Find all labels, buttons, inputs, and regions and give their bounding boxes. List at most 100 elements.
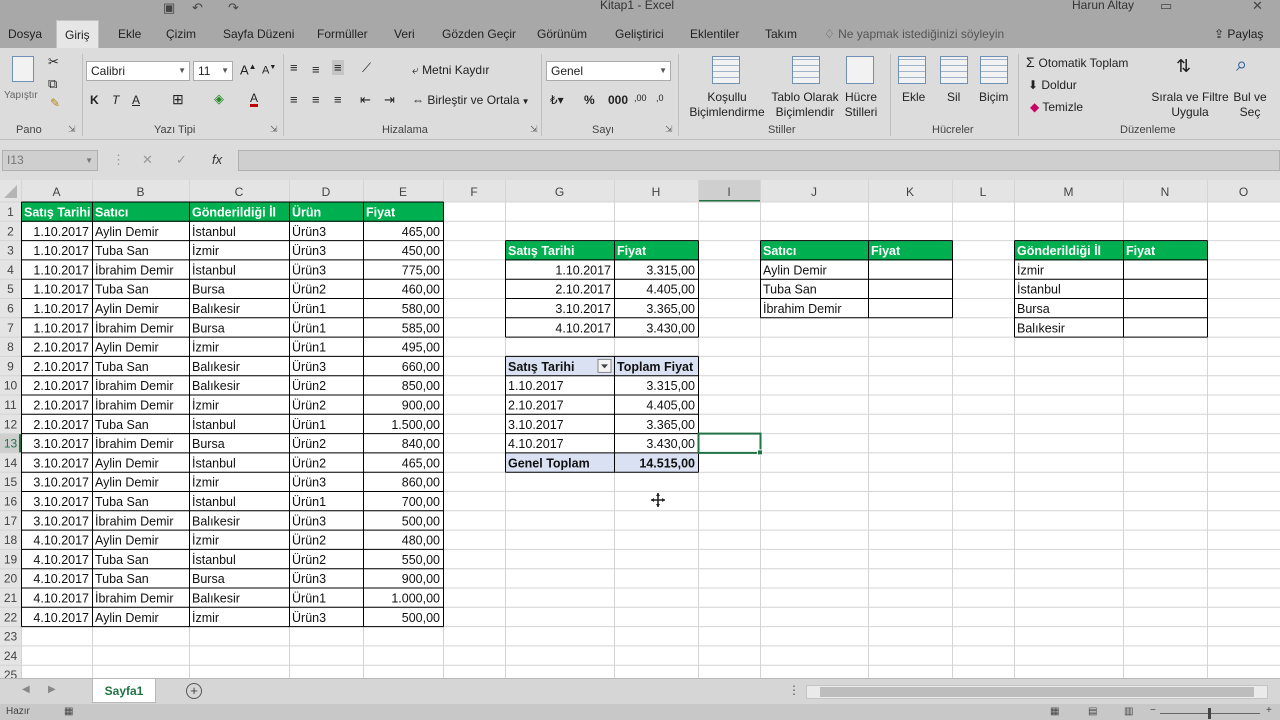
more-options-icon[interactable]: ⋮ bbox=[112, 152, 125, 168]
decrease-decimal-icon[interactable]: ,0 bbox=[656, 93, 664, 103]
font-size-dropdown[interactable]: 11 ▼ bbox=[193, 61, 233, 81]
worksheet[interactable]: A B C D E F G H I J K L M N O 1 2 3 4 5 6 7 8 9 10 11 12 13 14 15 16 17… bbox=[0, 180, 1280, 678]
align-bottom-icon[interactable]: ≡ bbox=[332, 60, 344, 75]
zoom-slider-thumb[interactable] bbox=[1208, 708, 1211, 719]
conditional-format-button[interactable]: Koşullu Biçimlendirme bbox=[682, 90, 772, 120]
align-left-icon[interactable]: ≡ bbox=[290, 92, 298, 107]
conditional-format-icon[interactable] bbox=[712, 56, 740, 84]
share-button[interactable]: ⇪ Paylaş bbox=[1214, 18, 1263, 50]
insert-cells-label[interactable]: Ekle bbox=[902, 90, 925, 104]
increase-decimal-icon[interactable]: ,00 bbox=[634, 93, 647, 103]
cell-styles-button[interactable]: Hücre Stilleri bbox=[838, 90, 884, 120]
normal-view-icon[interactable]: ▦ bbox=[1050, 706, 1059, 717]
percent-icon[interactable]: % bbox=[584, 93, 595, 107]
tab-veri[interactable]: Veri bbox=[394, 18, 415, 48]
enter-icon[interactable]: ✓ bbox=[176, 152, 187, 168]
sheet-grid[interactable]: A B C D E F G H I J K L M N O1234567891011121314151617… bbox=[0, 180, 1280, 678]
paste-label[interactable]: Yapıştır bbox=[4, 90, 38, 101]
status-bar: Hazır ▦ ▦ ▤ ▥ − + bbox=[0, 704, 1280, 720]
fill-color-icon[interactable]: ◈ bbox=[214, 91, 224, 107]
grow-font-icon[interactable]: A▲ bbox=[240, 62, 257, 77]
sort-filter-icon[interactable]: ⇅ bbox=[1176, 56, 1191, 77]
name-box[interactable]: I13 ▼ bbox=[2, 150, 98, 171]
currency-icon[interactable]: ₺▾ bbox=[550, 93, 564, 107]
number-launcher-icon[interactable]: ⇲ bbox=[665, 124, 673, 135]
format-painter-icon[interactable]: ✎ bbox=[50, 96, 60, 110]
tab-gozden-gecir[interactable]: Gözden Geçir bbox=[442, 18, 516, 48]
tab-dosya[interactable]: Dosya bbox=[8, 18, 42, 48]
alignment-launcher-icon[interactable]: ⇲ bbox=[530, 124, 538, 135]
cell-styles-icon[interactable] bbox=[846, 56, 874, 84]
clear-button[interactable]: ◆ Temizle bbox=[1030, 100, 1083, 114]
number-format-dropdown[interactable]: Genel ▼ bbox=[546, 61, 671, 81]
autosum-button[interactable]: Σ Otomatik Toplam bbox=[1026, 54, 1128, 70]
delete-cells-label[interactable]: Sil bbox=[947, 90, 960, 104]
bold-icon[interactable]: K bbox=[90, 93, 99, 107]
tab-giris[interactable]: Giriş bbox=[56, 20, 99, 48]
copy-icon[interactable]: ⧉ bbox=[48, 76, 57, 92]
font-color-icon[interactable]: A bbox=[250, 92, 259, 107]
user-name[interactable]: Harun Altay bbox=[1072, 0, 1134, 11]
font-name-dropdown[interactable]: Calibri ▼ bbox=[86, 61, 190, 81]
page-break-icon[interactable]: ▥ bbox=[1124, 706, 1133, 717]
underline-icon[interactable]: A bbox=[132, 93, 140, 107]
shrink-font-icon[interactable]: A▼ bbox=[262, 64, 276, 77]
sort-filter-button[interactable]: Sırala ve Filtre Uygula bbox=[1150, 90, 1230, 120]
comma-style-icon[interactable]: 000 bbox=[608, 93, 628, 107]
borders-icon[interactable]: ⊞ bbox=[172, 91, 184, 108]
align-center-icon[interactable]: ≡ bbox=[312, 92, 320, 107]
format-cells-icon[interactable] bbox=[980, 56, 1008, 84]
format-cells-label[interactable]: Biçim bbox=[979, 90, 1008, 104]
merge-center-button[interactable]: ⇔ Birleştir ve Ortala ▼ bbox=[412, 93, 530, 107]
formula-input[interactable] bbox=[238, 150, 1280, 171]
zoom-out-icon[interactable]: − bbox=[1150, 705, 1156, 716]
increase-indent-icon[interactable]: ⇥ bbox=[384, 92, 395, 108]
add-sheet-icon[interactable]: + bbox=[186, 683, 202, 699]
ribbon-display-icon[interactable]: ▭ bbox=[1160, 0, 1172, 14]
prev-sheet-icon[interactable]: ◀ bbox=[22, 684, 30, 695]
decrease-indent-icon[interactable]: ⇤ bbox=[360, 92, 371, 108]
undo-icon[interactable]: ↶ bbox=[192, 0, 203, 16]
format-as-table-icon[interactable] bbox=[792, 56, 820, 84]
fill-handle[interactable] bbox=[757, 449, 763, 456]
font-launcher-icon[interactable]: ⇲ bbox=[270, 124, 278, 135]
tell-me-box[interactable]: ♢ Ne yapmak istediğinizi söyleyin bbox=[824, 18, 1004, 50]
next-sheet-icon[interactable]: ▶ bbox=[48, 684, 56, 695]
active-cell[interactable] bbox=[697, 432, 762, 454]
tab-split-icon[interactable]: ⋮ bbox=[788, 683, 800, 697]
orientation-icon[interactable]: ⟋ bbox=[362, 60, 371, 76]
tab-sayfa-duzeni[interactable]: Sayfa Düzeni bbox=[223, 18, 294, 48]
find-select-button[interactable]: Bul ve Seç bbox=[1230, 90, 1270, 120]
tab-takim[interactable]: Takım bbox=[765, 18, 797, 48]
macro-record-icon[interactable]: ▦ bbox=[64, 706, 73, 717]
insert-function-icon[interactable]: fx bbox=[212, 152, 222, 167]
wrap-text-button[interactable]: ⤶ Metni Kaydır bbox=[412, 63, 489, 78]
close-icon[interactable]: ✕ bbox=[1252, 0, 1263, 14]
sheet-tab-sayfa1[interactable]: Sayfa1 bbox=[92, 679, 156, 703]
align-middle-icon[interactable]: ≡ bbox=[312, 62, 320, 77]
tab-gorunum[interactable]: Görünüm bbox=[537, 18, 587, 48]
italic-icon[interactable]: T bbox=[112, 93, 119, 107]
horizontal-scroll-thumb[interactable] bbox=[820, 687, 1254, 697]
tab-gelistirici[interactable]: Geliştirici bbox=[615, 18, 664, 48]
page-layout-icon[interactable]: ▤ bbox=[1088, 706, 1097, 717]
cut-icon[interactable]: ✂ bbox=[48, 54, 59, 70]
insert-cells-icon[interactable] bbox=[898, 56, 926, 84]
fill-button[interactable]: ⬇ Doldur bbox=[1028, 78, 1077, 92]
format-as-table-button[interactable]: Tablo Olarak Biçimlendir bbox=[768, 90, 842, 120]
tab-eklentiler[interactable]: Eklentiler bbox=[690, 18, 739, 48]
delete-cells-icon[interactable] bbox=[940, 56, 968, 84]
pano-launcher-icon[interactable]: ⇲ bbox=[68, 124, 76, 135]
save-icon[interactable]: ▣ bbox=[163, 0, 175, 16]
align-top-icon[interactable]: ≡ bbox=[290, 60, 298, 75]
find-icon[interactable]: ⌕ bbox=[1236, 54, 1247, 77]
redo-icon[interactable]: ↷ bbox=[228, 0, 239, 16]
tab-cizim[interactable]: Çizim bbox=[166, 18, 196, 48]
tab-ekle[interactable]: Ekle bbox=[118, 18, 141, 48]
tab-formuller[interactable]: Formüller bbox=[317, 18, 368, 48]
paste-icon[interactable] bbox=[12, 56, 34, 82]
cancel-icon[interactable]: ✕ bbox=[142, 152, 153, 168]
zoom-in-icon[interactable]: + bbox=[1266, 705, 1272, 716]
align-right-icon[interactable]: ≡ bbox=[334, 92, 342, 107]
table-cell: 480,00 bbox=[402, 534, 440, 548]
